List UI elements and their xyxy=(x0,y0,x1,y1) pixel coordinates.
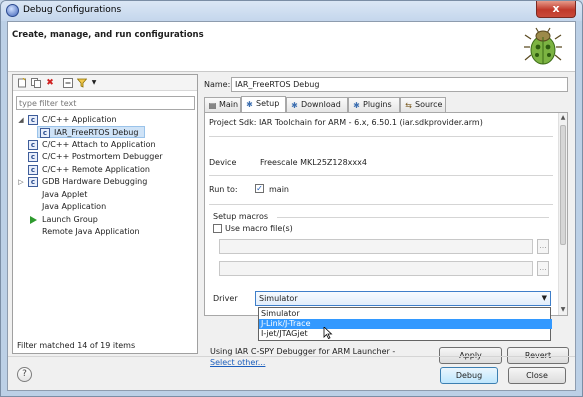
tree-item-java-application[interactable]: Java Application xyxy=(17,201,193,213)
close-button[interactable]: Close xyxy=(508,367,566,384)
tree-item-launch-group[interactable]: Launch Group xyxy=(17,214,193,226)
delete-icon[interactable]: ✖ xyxy=(45,78,55,88)
configuration-editor: Name: IAR_FreeRTOS Debug ▤ Main ✱ Setup ✱ D… xyxy=(202,74,571,367)
name-field[interactable]: IAR_FreeRTOS Debug xyxy=(231,77,568,92)
configurations-tree-pane: ✖ ▼ ◢ c C/C++ Application c IAR_Fr xyxy=(12,74,198,354)
c-app-icon: c xyxy=(28,165,38,175)
chevron-down-icon: ▼ xyxy=(541,294,547,302)
collapse-icon[interactable] xyxy=(63,78,73,88)
new-config-icon[interactable] xyxy=(17,77,27,88)
expanded-twisty-icon[interactable]: ◢ xyxy=(17,114,25,124)
macro-browse-button-2: ... xyxy=(537,261,549,276)
tab-main[interactable]: ▤ Main xyxy=(204,97,241,112)
title-bar[interactable]: Debug Configurations x xyxy=(1,1,582,21)
macro-browse-button-1: ... xyxy=(537,239,549,254)
device-label: Device xyxy=(209,158,237,167)
filter-input[interactable] xyxy=(16,96,195,110)
tab-source[interactable]: ⇆ Source xyxy=(400,97,446,112)
tree-item-c-cpp-application[interactable]: ◢ c C/C++ Application xyxy=(17,114,193,126)
launcher-info: Using IAR C-SPY Debugger for ARM Launche… xyxy=(210,347,396,367)
setup-tab-content: Project Sdk: IAR Toolchain for ARM - 6.x… xyxy=(204,112,568,316)
plugins-tab-icon: ✱ xyxy=(353,101,360,110)
setup-macros-label: Setup macros xyxy=(213,212,269,221)
select-other-link[interactable]: Select other... xyxy=(210,358,265,367)
help-icon[interactable]: ? xyxy=(17,367,32,382)
debug-configurations-window: Debug Configurations x Create, manage, a… xyxy=(0,0,583,397)
c-app-icon: c xyxy=(28,115,38,125)
group-border xyxy=(277,217,549,218)
run-to-value[interactable]: main xyxy=(269,185,289,194)
use-macro-checkbox[interactable] xyxy=(213,224,222,233)
tree-item-remote-application[interactable]: c C/C++ Remote Application xyxy=(17,164,193,176)
device-value: Freescale MKL25Z128xxx4 xyxy=(260,158,367,167)
window-title: Debug Configurations xyxy=(23,5,122,15)
scroll-up-icon[interactable]: ▲ xyxy=(559,114,567,122)
separator xyxy=(209,136,553,137)
scroll-thumb[interactable] xyxy=(560,125,566,245)
tab-setup[interactable]: ✱ Setup xyxy=(241,96,286,112)
config-tabs: ▤ Main ✱ Setup ✱ Download ✱ Plugins ⇆ Source xyxy=(204,96,564,112)
main-tab-icon: ▤ xyxy=(208,101,217,110)
project-sdk-text: Project Sdk: IAR Toolchain for ARM - 6.x… xyxy=(209,118,483,127)
driver-option-ijet[interactable]: I-jet/JTAGjet xyxy=(259,329,552,339)
c-app-icon: c xyxy=(28,177,38,187)
collapsed-twisty-icon[interactable]: ▷ xyxy=(17,176,25,186)
c-app-icon: c xyxy=(28,140,38,150)
driver-label: Driver xyxy=(213,294,238,303)
dialog-header: Create, manage, and run configurations xyxy=(8,22,575,72)
tab-download[interactable]: ✱ Download xyxy=(286,97,348,112)
tree-item-postmortem-debugger[interactable]: c C/C++ Postmortem Debugger xyxy=(17,151,193,163)
window-close-button[interactable]: x xyxy=(536,1,576,18)
c-app-icon: c xyxy=(28,152,38,162)
source-tab-icon: ⇆ xyxy=(405,101,412,110)
run-to-label: Run to: xyxy=(209,185,238,194)
tree-item-iar-freertos-debug[interactable]: c IAR_FreeRTOS Debug xyxy=(37,126,145,138)
separator xyxy=(209,175,553,176)
tab-plugins[interactable]: ✱ Plugins xyxy=(348,97,400,112)
tree-item-gdb-hardware-debugging[interactable]: ▷ c GDB Hardware Debugging xyxy=(17,176,193,188)
macro-file-input-1 xyxy=(219,239,533,254)
eclipse-icon xyxy=(6,4,19,17)
filter-status-text: Filter matched 14 of 19 items xyxy=(17,341,136,350)
duplicate-icon[interactable] xyxy=(31,78,41,88)
tree-item-attach-to-application[interactable]: c C/C++ Attach to Application xyxy=(17,139,193,151)
driver-option-simulator[interactable]: Simulator xyxy=(259,309,552,319)
tab-scrollbar[interactable]: ▲ ▼ xyxy=(558,113,567,315)
dialog-body: Create, manage, and run configurations ✖… xyxy=(7,21,576,391)
c-app-icon: c xyxy=(40,128,50,138)
download-tab-icon: ✱ xyxy=(291,101,298,110)
name-label: Name: xyxy=(204,80,231,89)
driver-select[interactable]: Simulator ▼ xyxy=(255,291,551,306)
dialog-header-title: Create, manage, and run configurations xyxy=(12,30,204,40)
setup-tab-icon: ✱ xyxy=(246,100,253,109)
separator xyxy=(209,204,553,205)
debug-button[interactable]: Debug xyxy=(440,367,498,384)
tree-item-java-applet[interactable]: Java Applet xyxy=(17,189,193,201)
driver-dropdown-list: Simulator J-Link/J-Trace I-jet/JTAGjet xyxy=(258,307,552,341)
chevron-down-icon[interactable]: ▼ xyxy=(89,78,99,88)
launch-icon xyxy=(30,216,37,224)
driver-option-jlink[interactable]: J-Link/J-Trace xyxy=(259,319,552,329)
filter-icon[interactable] xyxy=(76,78,88,88)
footer-separator xyxy=(8,356,575,357)
run-to-checkbox[interactable]: ✓ xyxy=(255,184,264,193)
tree-item-remote-java-application[interactable]: Remote Java Application xyxy=(17,226,193,238)
debug-bug-icon xyxy=(524,27,562,65)
use-macro-label: Use macro file(s) xyxy=(225,224,293,233)
left-toolbar: ✖ ▼ xyxy=(13,75,197,91)
scroll-down-icon[interactable]: ▼ xyxy=(559,306,567,314)
mouse-cursor-icon xyxy=(323,327,333,339)
macro-file-input-2 xyxy=(219,261,533,276)
